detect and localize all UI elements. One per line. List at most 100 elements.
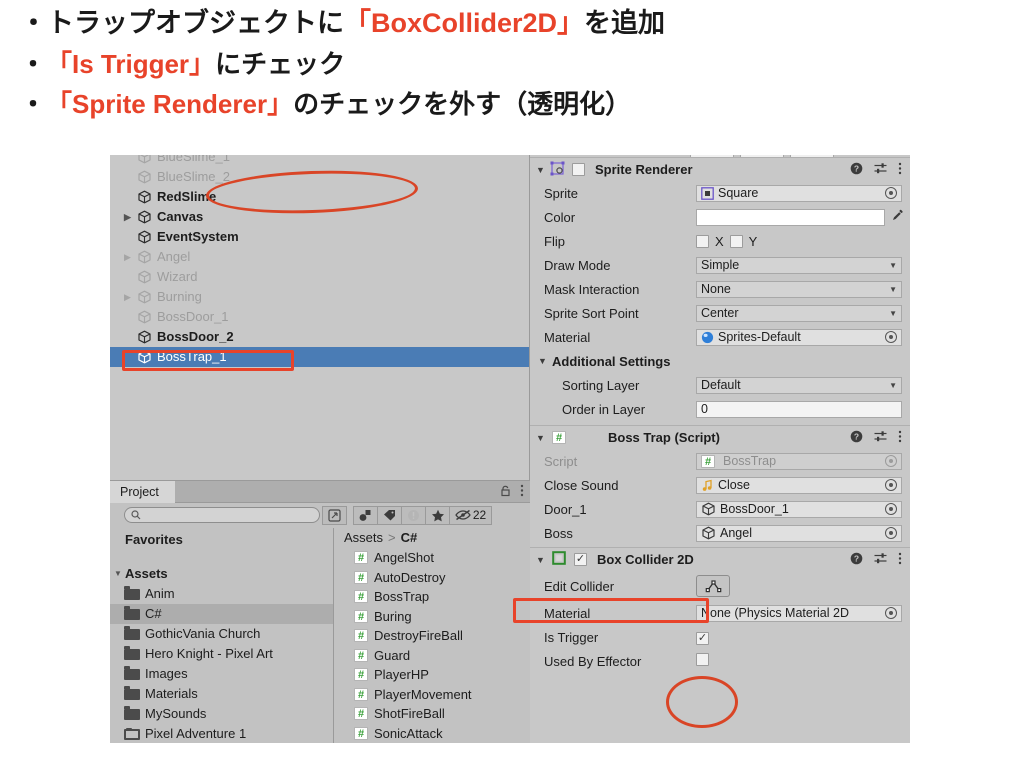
object-field-door-1[interactable]: BossDoor_1 xyxy=(696,500,902,518)
color-swatch[interactable] xyxy=(696,208,885,226)
object-picker-icon[interactable] xyxy=(885,187,897,199)
file-item-autodestroy[interactable]: # AutoDestroy xyxy=(334,568,530,588)
preset-icon[interactable] xyxy=(874,552,887,568)
sprite-renderer-header[interactable]: ▼ Sprite Renderer ? xyxy=(530,157,910,181)
file-item-destroyfireball[interactable]: # DestroyFireBall xyxy=(334,626,530,646)
object-picker-icon[interactable] xyxy=(885,503,897,515)
chevron-down-icon[interactable]: ▼ xyxy=(538,356,552,366)
help-icon[interactable]: ? xyxy=(850,552,863,568)
kebab-menu-icon[interactable] xyxy=(898,162,902,178)
help-icon[interactable]: ? xyxy=(850,162,863,178)
folder-item-pixel-adventure-1[interactable]: Pixel Adventure 1 xyxy=(110,724,333,743)
folder-item-gothicvania-church[interactable]: GothicVania Church xyxy=(110,624,333,644)
folder-item-c-[interactable]: C# xyxy=(110,604,333,624)
filter-by-type-icon[interactable] xyxy=(353,505,378,525)
dropdown-value: Simple xyxy=(701,258,740,272)
dropdown-mask-interaction[interactable]: None ▼ xyxy=(696,280,902,298)
dropdown-draw-mode[interactable]: Simple ▼ xyxy=(696,256,902,274)
chevron-right-icon[interactable]: ▶ xyxy=(124,207,137,227)
file-item-buring[interactable]: # Buring xyxy=(334,607,530,627)
chevron-down-icon[interactable]: ▼ xyxy=(536,555,550,565)
hierarchy-item-angel[interactable]: ▶ Angel xyxy=(110,247,529,267)
folder-item-mysounds[interactable]: MySounds xyxy=(110,704,333,724)
hierarchy-item-burning[interactable]: ▶ Burning xyxy=(110,287,529,307)
search-input[interactable] xyxy=(124,507,320,523)
project-file-list[interactable]: Assets > C# # AngelShot # AutoDestroy # BossT… xyxy=(334,528,530,743)
flip-y-checkbox[interactable] xyxy=(729,234,743,248)
checkbox-used-by-effector[interactable] xyxy=(696,653,709,666)
object-field-boss[interactable]: Angel xyxy=(696,524,902,542)
project-panel[interactable]: Project 22 Favorites ▼ Assets Anim C# Go… xyxy=(110,480,530,743)
hidden-items-icon[interactable]: 22 xyxy=(449,505,492,525)
dropdown-sprite-sort-point[interactable]: Center ▼ xyxy=(696,304,902,322)
search-scope-icon[interactable] xyxy=(322,505,347,525)
chevron-down-icon[interactable]: ▼ xyxy=(536,165,550,175)
box-collider-enabled-checkbox[interactable]: ✓ xyxy=(574,553,587,566)
info-icon[interactable] xyxy=(401,505,426,525)
file-item-shotfireball[interactable]: # ShotFireBall xyxy=(334,704,530,724)
tab-project[interactable]: Project xyxy=(110,481,175,503)
breadcrumb-root[interactable]: Assets xyxy=(344,528,383,548)
object-picker-icon[interactable] xyxy=(885,455,897,467)
favorites-header[interactable]: Favorites xyxy=(110,530,333,550)
additional-settings-header[interactable]: ▼ Additional Settings xyxy=(530,349,910,373)
folder-item-anim[interactable]: Anim xyxy=(110,584,333,604)
object-field-material[interactable]: None (Physics Material 2D xyxy=(696,604,902,622)
filter-by-label-icon[interactable] xyxy=(377,505,402,525)
hierarchy-item-canvas[interactable]: ▶ Canvas xyxy=(110,207,529,227)
eyedropper-icon[interactable] xyxy=(891,209,904,225)
preset-icon[interactable] xyxy=(874,162,887,178)
object-picker-icon[interactable] xyxy=(885,607,897,619)
dropdown-sorting-layer[interactable]: Default ▼ xyxy=(696,376,902,394)
hierarchy-item-bossdoor_1[interactable]: · BossDoor_1 xyxy=(110,307,529,327)
lock-icon[interactable] xyxy=(500,485,511,500)
object-field-script[interactable]: # BossTrap xyxy=(696,452,902,470)
object-field-close-sound[interactable]: Close xyxy=(696,476,902,494)
folder-item-hero-knight-pixel-art[interactable]: Hero Knight - Pixel Art xyxy=(110,644,333,664)
favorite-star-icon[interactable] xyxy=(425,505,450,525)
hierarchy-item-wizard[interactable]: · Wizard xyxy=(110,267,529,287)
folder-item-images[interactable]: Images xyxy=(110,664,333,684)
hierarchy-item-blueslime_1[interactable]: · BlueSlime_1 xyxy=(110,155,529,167)
chevron-right-icon[interactable]: ▶ xyxy=(124,287,137,307)
flip-x-checkbox[interactable] xyxy=(696,234,709,248)
hierarchy-item-bossdoor_2[interactable]: · BossDoor_2 xyxy=(110,327,529,347)
object-field-value: Sprites-Default xyxy=(718,330,801,344)
preset-icon[interactable] xyxy=(874,430,887,446)
object-picker-icon[interactable] xyxy=(885,527,897,539)
object-picker-icon[interactable] xyxy=(885,331,897,343)
kebab-menu-icon[interactable] xyxy=(898,430,902,446)
game-object-icon xyxy=(137,290,154,304)
object-picker-icon[interactable] xyxy=(885,479,897,491)
hierarchy-item-bosstrap_1[interactable]: · BossTrap_1 xyxy=(110,347,529,367)
box-collider-2d-header[interactable]: ▼ ✓ Box Collider 2D ? xyxy=(530,547,910,571)
folder-item-materials[interactable]: Materials xyxy=(110,684,333,704)
kebab-menu-icon[interactable] xyxy=(520,484,524,500)
sprite-renderer-enabled-checkbox[interactable] xyxy=(572,163,585,176)
object-field-sprite[interactable]: Square xyxy=(696,184,902,202)
file-item-playermovement[interactable]: # PlayerMovement xyxy=(334,685,530,705)
boss-trap-header[interactable]: ▼ # Boss Trap (Script) ? xyxy=(530,425,910,449)
file-item-guard[interactable]: # Guard xyxy=(334,646,530,666)
file-item-angelshot[interactable]: # AngelShot xyxy=(334,548,530,568)
sprite-renderer-title: Sprite Renderer xyxy=(595,162,693,177)
chevron-down-icon[interactable]: ▼ xyxy=(536,433,550,443)
input-order-in-layer[interactable]: 0 xyxy=(696,400,902,418)
inspector-panel[interactable]: ▼ Sprite Renderer ? Sprite Square Color … xyxy=(530,155,910,743)
file-item-sonicattack[interactable]: # SonicAttack xyxy=(334,724,530,744)
chevron-right-icon[interactable]: ▶ xyxy=(124,247,137,267)
hierarchy-item-blueslime_2[interactable]: · BlueSlime_2 xyxy=(110,167,529,187)
hierarchy-item-eventsystem[interactable]: · EventSystem xyxy=(110,227,529,247)
chevron-down-icon[interactable]: ▼ xyxy=(114,564,125,584)
file-item-bosstrap[interactable]: # BossTrap xyxy=(334,587,530,607)
hierarchy-item-redslime[interactable]: · RedSlime xyxy=(110,187,529,207)
assets-root[interactable]: ▼ Assets xyxy=(110,564,333,584)
checkbox-is-trigger[interactable]: ✓ xyxy=(696,632,709,645)
hierarchy-panel[interactable]: · BlueSlime_1 · BlueSlime_2 · RedSlime ▶ Canvas… xyxy=(110,155,530,480)
object-field-material[interactable]: Sprites-Default xyxy=(696,328,902,346)
kebab-menu-icon[interactable] xyxy=(898,552,902,568)
file-item-playerhp[interactable]: # PlayerHP xyxy=(334,665,530,685)
edit-collider-button[interactable] xyxy=(696,575,730,597)
help-icon[interactable]: ? xyxy=(850,430,863,446)
project-folder-tree[interactable]: Favorites ▼ Assets Anim C# GothicVania Chu… xyxy=(110,528,334,743)
